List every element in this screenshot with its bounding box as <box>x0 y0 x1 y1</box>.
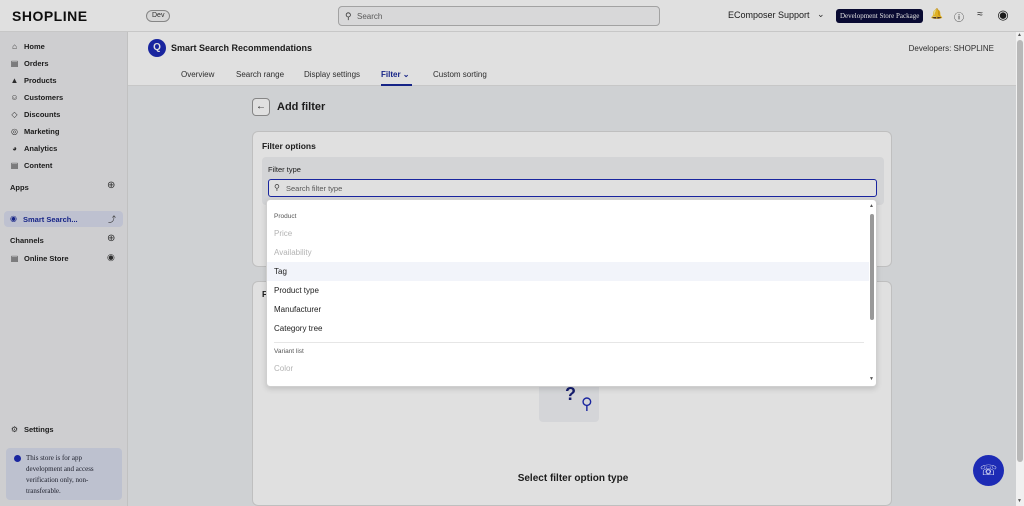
sidebar-item-label: Discounts <box>24 109 61 119</box>
info-dot-icon <box>14 455 21 462</box>
pin-icon[interactable]: ⤴ <box>108 214 116 225</box>
sidebar-item-label: Content <box>24 160 53 170</box>
scroll-up-icon[interactable]: ▲ <box>869 203 874 209</box>
sidebar-item-settings[interactable]: ⚙ Settings <box>10 422 54 436</box>
bell-icon[interactable]: 🔔 <box>930 9 944 20</box>
sidebar-item-smart-search[interactable]: ◉ Smart Search... ⤴ <box>4 211 123 227</box>
gear-icon: ⚙ <box>10 424 19 434</box>
customers-icon: ☺ <box>10 92 19 102</box>
sidebar-item-label: Home <box>24 41 45 51</box>
tab-display-settings[interactable]: Display settings <box>304 70 360 86</box>
search-icon: ⚲ <box>345 11 352 21</box>
filter-search-placeholder: Search filter type <box>286 184 343 193</box>
sidebar-item-content[interactable]: ▤ Content <box>10 158 53 172</box>
smart-search-app-icon: ◉ <box>10 214 17 223</box>
global-search-input[interactable]: ⚲ Search <box>338 6 660 26</box>
shopline-logo[interactable]: SHOPLINE <box>12 8 88 24</box>
card-title: Filter options <box>262 141 316 151</box>
page-title: Add filter <box>277 101 326 113</box>
store-icon: ▤ <box>10 253 19 263</box>
filter-type-section: Filter type ⚲ Search filter type <box>262 157 884 205</box>
sidebar-item-label: Settings <box>24 424 54 434</box>
sidebar-item-label: Marketing <box>24 126 60 136</box>
discounts-icon: ◇ <box>11 109 18 119</box>
channels-section-label: Channels <box>10 236 44 245</box>
orders-icon: ▤ <box>10 58 19 68</box>
sidebar-item-analytics[interactable]: ◕ Analytics <box>10 141 57 155</box>
account-icon[interactable]: ◉ <box>996 7 1010 23</box>
sidebar-item-orders[interactable]: ▤ Orders <box>10 56 49 70</box>
headset-icon: ☏ <box>979 462 998 478</box>
search-placeholder: Search <box>357 12 383 21</box>
tab-custom-sorting[interactable]: Custom sorting <box>433 70 487 86</box>
sidebar-item-home[interactable]: ⌂ Home <box>10 39 45 53</box>
sidebar-item-label: Analytics <box>24 143 58 153</box>
store-switcher[interactable]: EComposer Support <box>728 10 810 20</box>
filter-type-search-input[interactable]: ⚲ Search filter type <box>268 179 877 197</box>
analytics-icon: ◕ <box>12 143 17 153</box>
sidebar-item-products[interactable]: ▲ Products <box>10 73 57 87</box>
dropdown-scrollbar[interactable]: ▲ ▼ <box>869 203 875 383</box>
package-badge[interactable]: Development Store Package <box>836 9 924 23</box>
sidebar-item-marketing[interactable]: ◎ Marketing <box>10 124 59 138</box>
products-icon: ▲ <box>10 75 19 85</box>
dropdown-option-product-type[interactable]: Product type <box>267 281 869 300</box>
sidebar-item-label: Online Store <box>24 253 69 263</box>
notice-text: This store is for app development and ac… <box>26 454 94 495</box>
search-icon: ⚲ <box>274 183 280 192</box>
dropdown-group-label: Variant list <box>274 348 304 355</box>
home-icon: ⌂ <box>12 41 17 51</box>
scroll-down-icon[interactable]: ▼ <box>1017 498 1022 504</box>
filter-type-dropdown[interactable]: Product Price Availability Tag Product t… <box>266 199 877 387</box>
eye-icon[interactable]: ◉ <box>107 252 115 263</box>
chevron-down-icon: ⌄ <box>402 70 410 79</box>
dropdown-option-price: Price <box>274 229 293 238</box>
sidebar-item-label: Products <box>24 75 57 85</box>
dropdown-option-color: Color <box>274 364 294 373</box>
store-notice: This store is for app development and ac… <box>6 448 122 500</box>
chevron-down-icon[interactable]: ⌄ <box>817 9 825 20</box>
sidebar-item-customers[interactable]: ☺ Customers <box>10 90 63 104</box>
filter-type-label: Filter type <box>268 165 301 174</box>
magnifier-icon: ⚲ <box>581 396 593 413</box>
app-header: Q Smart Search Recommendations Developer… <box>128 32 1016 86</box>
scroll-up-icon[interactable]: ▲ <box>1017 32 1022 38</box>
dropdown-option-availability: Availability <box>274 248 312 257</box>
add-app-icon[interactable]: ⊕ <box>107 180 115 191</box>
app-logo-icon: Q <box>148 39 166 57</box>
content-icon: ▤ <box>10 160 19 170</box>
apps-section-label: Apps <box>10 183 29 192</box>
empty-state-illustration: ? ⚲ <box>539 382 599 422</box>
top-bar: SHOPLINE Dev ⚲ Search EComposer Support … <box>0 0 1024 32</box>
back-button[interactable]: ← <box>252 98 270 116</box>
marketing-icon: ◎ <box>11 126 18 136</box>
help-icon[interactable]: ⓘ <box>952 9 966 24</box>
sidebar-item-discounts[interactable]: ◇ Discounts <box>10 107 60 121</box>
developer-info: Developers: SHOPLINE <box>908 44 994 53</box>
tab-label: Filter <box>381 70 401 79</box>
dropdown-option-manufacturer[interactable]: Manufacturer <box>267 300 869 319</box>
tab-search-range[interactable]: Search range <box>236 70 284 86</box>
dropdown-divider <box>274 342 864 343</box>
dropdown-group-label: Product <box>274 213 297 220</box>
sidebar-item-online-store[interactable]: ▤ Online Store <box>10 251 69 265</box>
scroll-down-icon[interactable]: ▼ <box>869 376 874 382</box>
empty-state-text: Select filter option type <box>517 473 629 484</box>
dropdown-option-category-tree[interactable]: Category tree <box>267 319 869 338</box>
env-badge: Dev <box>146 10 171 22</box>
sidebar-item-label: Smart Search... <box>23 215 78 224</box>
dropdown-option-tag[interactable]: Tag <box>267 262 869 281</box>
wifi-icon[interactable]: ≈ <box>973 9 987 20</box>
add-channel-icon[interactable]: ⊕ <box>107 233 115 244</box>
sidebar-item-label: Orders <box>24 58 49 68</box>
tab-overview[interactable]: Overview <box>181 70 214 86</box>
app-title: Smart Search Recommendations <box>171 43 313 53</box>
sidebar-item-label: Customers <box>24 92 64 102</box>
tab-filter[interactable]: Filter ⌄ <box>381 70 412 86</box>
question-mark-icon: ? <box>565 384 576 404</box>
support-chat-button[interactable]: ☏ <box>973 455 1004 486</box>
scrollbar-thumb[interactable] <box>1017 40 1023 462</box>
page-scrollbar[interactable]: ▲ ▼ <box>1016 32 1024 506</box>
scrollbar-thumb[interactable] <box>870 214 874 320</box>
